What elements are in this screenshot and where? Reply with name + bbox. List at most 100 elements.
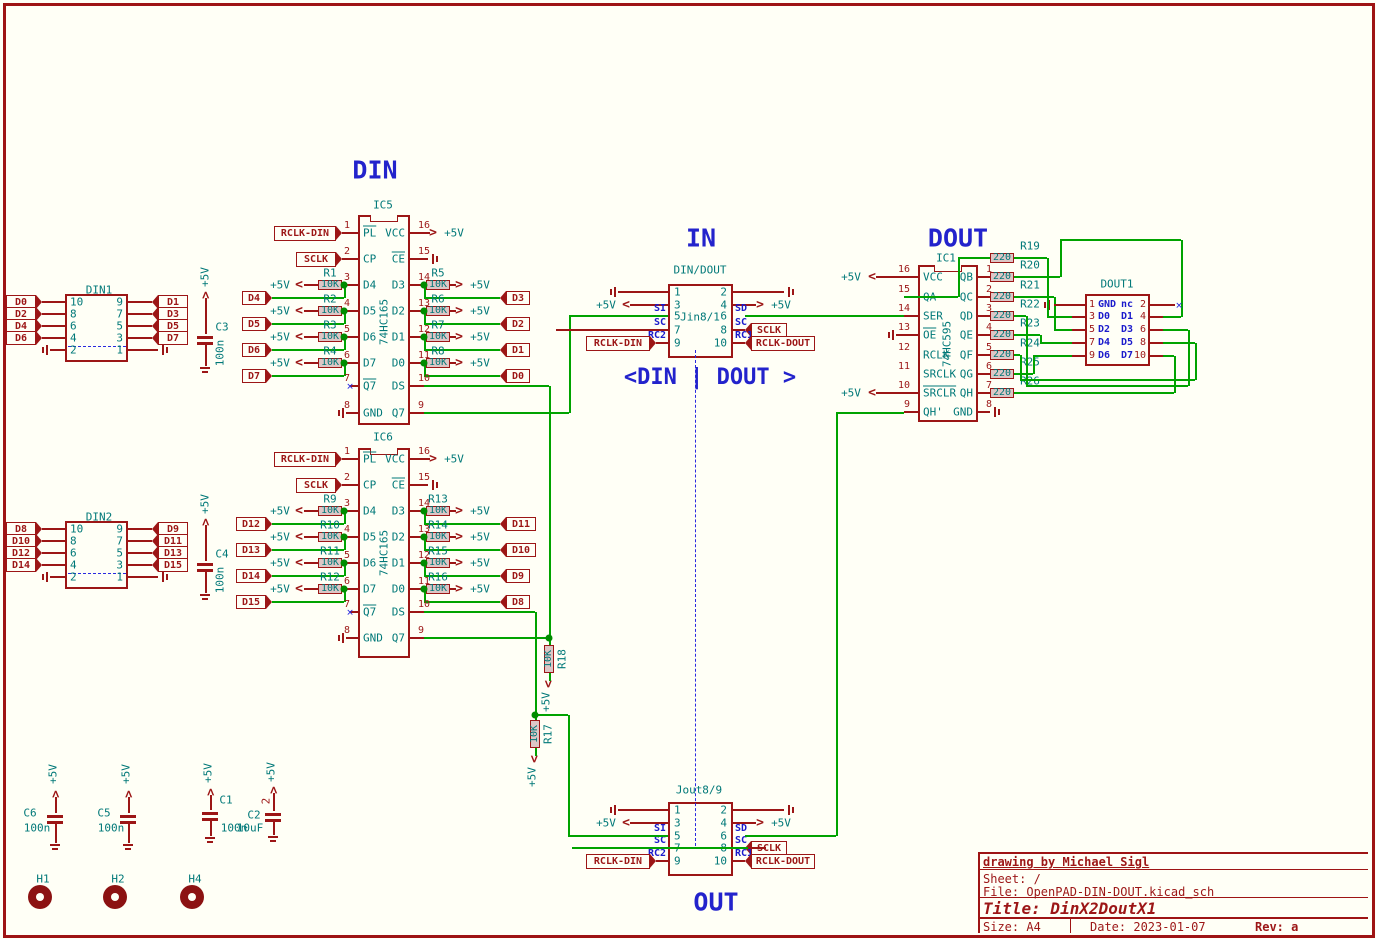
resistor-value: 220 [993,330,1011,340]
pin-name-D5: D5 [363,532,376,543]
mounting-hole-H4[interactable] [180,885,204,909]
gnd-symbol [42,574,44,580]
power-arrow-icon: < [542,680,557,688]
gnd-symbol [432,480,434,490]
hex-label-text: D7 [167,334,179,344]
text-74HC165: 74HC165 [379,299,390,345]
gnd-symbol [162,572,164,582]
no-connect-icon: ✕ [347,380,354,393]
pin-number: 10 [70,297,83,308]
wire [128,349,158,351]
global-label-text: RCLK-DIN [594,857,642,867]
text-+5V: +5V [200,267,211,287]
resistor-ref: R6 [431,294,444,305]
capacitor-C2[interactable] [265,813,281,816]
gnd-symbol [268,836,278,838]
hex-label-tip [500,291,506,305]
text-+5V: +5V [266,762,277,782]
pin-number: 1 [1089,300,1095,310]
hex-label-text: D1 [512,346,524,356]
wire [978,354,990,356]
resistor-value: 220 [993,253,1011,263]
junction-dot [421,560,428,567]
pin-name-CE: CE [392,254,405,265]
power-label: +5V [270,532,290,543]
pin-number: 6 [70,548,77,559]
power-label: +5V [596,300,616,311]
pin-name-PL: PL [363,454,376,465]
pin-name-D6: D6 [363,332,376,343]
wire [1072,316,1085,318]
gnd-symbol [205,837,215,839]
wire [342,458,358,460]
caption-DOUT: DOUT [928,226,988,251]
junction-dot [421,334,428,341]
wire [128,564,152,566]
capacitor-C3[interactable] [197,336,213,339]
pin-number: 6 [720,831,727,842]
power-arrow-icon: < [295,556,303,571]
gnd-symbol [342,633,344,643]
wire [272,601,344,603]
mounting-hole-H1[interactable] [28,885,52,909]
power-label: +5V [470,506,490,517]
pin-number: 2 [1140,300,1146,310]
wire [128,552,152,554]
wire [1072,342,1085,344]
pin-number: 9 [904,400,910,410]
pin-number: 7 [1089,338,1095,348]
wire [42,540,65,542]
power-arrow-icon: < [528,755,543,763]
net-label-SC: SC [654,318,666,328]
wire [748,847,766,849]
no-connect-icon: ✕ [347,606,354,619]
wire [535,748,537,756]
pin-number: 2 [344,473,350,483]
pin-name-GND: GND [1098,300,1116,310]
capacitor-C5[interactable] [120,815,136,818]
hex-label-text: D6 [15,334,27,344]
pin-name-CP: CP [363,254,376,265]
wire [410,232,430,234]
resistor-value: 10K [429,584,447,594]
pin-name-D2: D2 [392,532,405,543]
capacitor-C1[interactable] [202,812,218,815]
power-arrow-icon: > [429,452,437,467]
wire [1150,329,1163,331]
pin-number: 8 [344,401,350,411]
mounting-hole-H2[interactable] [103,885,127,909]
pin-number: 8 [986,400,992,410]
wire [273,822,275,835]
power-arrow-icon: < [295,356,303,371]
power-arrow-icon: < [121,790,136,798]
wire [1026,316,1028,386]
wire [568,715,570,836]
text-10uF: 10uF [237,823,264,834]
connector-title: DIN/DOUT [674,265,727,276]
wire [205,572,207,593]
text-74HC595: 74HC595 [942,321,953,367]
gnd-symbol [166,347,168,353]
wire [128,325,152,327]
capacitor-C6[interactable] [47,815,63,818]
junction-dot [421,586,428,593]
power-arrow-icon: > [455,330,463,345]
global-label-text: SCLK [304,255,328,265]
pin-name-VCC: VCC [385,228,405,239]
pin-number: 15 [898,285,910,295]
hex-label-text: D11 [512,520,530,530]
capacitor-C4[interactable] [197,563,213,566]
pin-name-QC: QC [960,292,973,303]
pin-name-D3: D3 [1121,325,1133,335]
text-C5: C5 [97,808,110,819]
pin-number: 7 [116,536,123,547]
power-label: +5V [841,388,861,399]
global-label-text: RCLK-DIN [281,229,329,239]
wire [304,284,318,286]
text-C6: C6 [23,808,36,819]
gnd-symbol [46,572,48,582]
hex-label-tip [266,595,272,609]
hex-label-tip [266,343,272,357]
pin-name-OE: OE [923,330,936,341]
pin-number: 9 [418,401,424,411]
